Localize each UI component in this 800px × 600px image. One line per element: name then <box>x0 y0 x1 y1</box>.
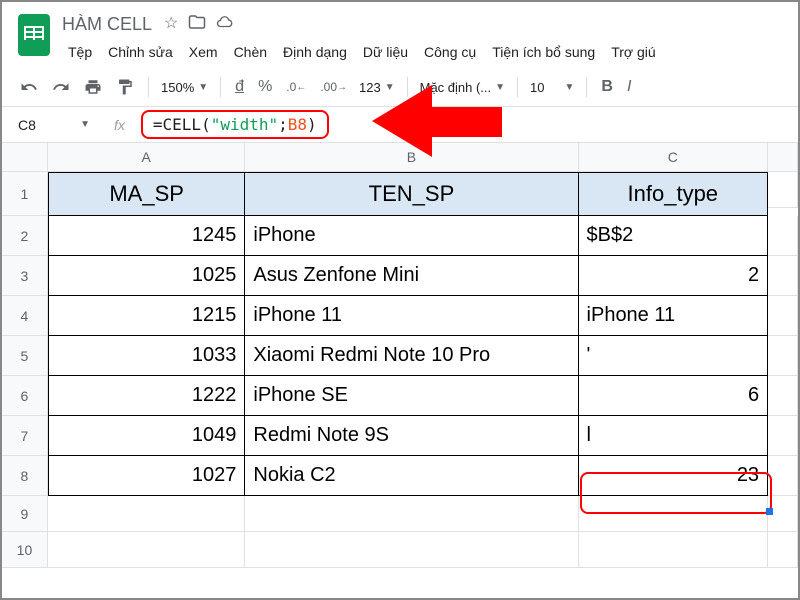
cell[interactable]: 1025 <box>48 256 246 296</box>
star-icon[interactable]: ☆ <box>164 13 178 36</box>
sheets-logo[interactable] <box>14 10 54 60</box>
col-header-c[interactable]: C <box>579 143 769 171</box>
cell[interactable]: 1027 <box>48 456 246 496</box>
cell[interactable] <box>768 256 798 296</box>
menu-addons[interactable]: Tiện ích bổ sung <box>486 40 601 64</box>
formula-input[interactable]: =CELL("width";B8) <box>141 110 329 139</box>
header: HÀM CELL ☆ Tệp Chỉnh sửa Xem Chèn Định d… <box>2 2 798 64</box>
cell[interactable]: 1222 <box>48 376 246 416</box>
cell[interactable] <box>245 496 578 532</box>
row-header[interactable]: 4 <box>2 296 48 336</box>
redo-button[interactable] <box>46 74 76 100</box>
menu-bar: Tệp Chỉnh sửa Xem Chèn Định dạng Dữ liệu… <box>62 40 786 64</box>
cell[interactable] <box>768 172 798 208</box>
select-all-corner[interactable] <box>2 143 48 171</box>
cloud-icon[interactable] <box>216 13 234 36</box>
cell[interactable] <box>768 216 798 256</box>
row-header[interactable]: 3 <box>2 256 48 296</box>
print-button[interactable] <box>78 74 108 100</box>
cell[interactable]: iPhone 11 <box>579 296 769 336</box>
paint-format-button[interactable] <box>110 74 140 100</box>
bold-button[interactable]: B <box>595 74 619 100</box>
cell[interactable]: 1215 <box>48 296 246 336</box>
cell[interactable] <box>579 496 769 532</box>
percent-button[interactable]: % <box>252 74 278 100</box>
fx-label: fx <box>114 117 125 133</box>
cell[interactable]: 2 <box>579 256 769 296</box>
italic-button[interactable]: I <box>621 74 637 100</box>
menu-tools[interactable]: Công cụ <box>418 40 482 64</box>
cell[interactable] <box>768 456 798 496</box>
cell[interactable]: $B$2 <box>579 216 769 256</box>
menu-file[interactable]: Tệp <box>62 40 98 64</box>
row-header[interactable]: 8 <box>2 456 48 496</box>
menu-edit[interactable]: Chỉnh sửa <box>102 40 179 64</box>
fontsize-select[interactable]: 10▼ <box>526 78 578 97</box>
cell[interactable] <box>48 532 246 568</box>
cell[interactable]: Nokia C2 <box>245 456 578 496</box>
row-header[interactable]: 7 <box>2 416 48 456</box>
row-header[interactable]: 6 <box>2 376 48 416</box>
cell[interactable]: 6 <box>579 376 769 416</box>
increase-decimal-button[interactable]: .00→ <box>314 76 353 98</box>
cell[interactable] <box>768 296 798 336</box>
cell[interactable]: 1049 <box>48 416 246 456</box>
menu-view[interactable]: Xem <box>183 40 224 64</box>
document-title[interactable]: HÀM CELL <box>62 14 152 35</box>
cell[interactable] <box>245 532 578 568</box>
cell[interactable] <box>768 336 798 376</box>
cell[interactable]: l <box>579 416 769 456</box>
move-icon[interactable] <box>188 13 206 36</box>
cell[interactable]: ' <box>579 336 769 376</box>
cell[interactable] <box>768 532 798 568</box>
menu-format[interactable]: Định dạng <box>277 40 353 64</box>
decrease-decimal-button[interactable]: .0← <box>280 76 312 98</box>
cell[interactable]: Asus Zenfone Mini <box>245 256 578 296</box>
cell[interactable] <box>579 532 769 568</box>
currency-button[interactable]: đ <box>229 74 250 100</box>
annotation-arrow <box>372 85 502 155</box>
cell[interactable]: iPhone 11 <box>245 296 578 336</box>
cell[interactable] <box>768 416 798 456</box>
cell[interactable]: 1033 <box>48 336 246 376</box>
cell[interactable]: Xiaomi Redmi Note 10 Pro <box>245 336 578 376</box>
cell[interactable] <box>768 496 798 532</box>
menu-insert[interactable]: Chèn <box>228 40 273 64</box>
cell[interactable]: MA_SP <box>48 172 246 216</box>
cell[interactable]: iPhone <box>245 216 578 256</box>
col-header-d[interactable] <box>768 143 798 171</box>
row-header[interactable]: 2 <box>2 216 48 256</box>
cell[interactable]: Redmi Note 9S <box>245 416 578 456</box>
row-header[interactable]: 9 <box>2 496 48 532</box>
row-header[interactable]: 5 <box>2 336 48 376</box>
cell[interactable]: iPhone SE <box>245 376 578 416</box>
cell[interactable] <box>768 376 798 416</box>
row-header[interactable]: 1 <box>2 172 48 216</box>
menu-help[interactable]: Trợ giú <box>605 40 661 64</box>
spreadsheet-grid: A B C 1 MA_SP TEN_SP Info_type 21245iPho… <box>2 143 798 568</box>
cell[interactable] <box>48 496 246 532</box>
zoom-select[interactable]: 150%▼ <box>157 78 212 97</box>
row-header[interactable]: 10 <box>2 532 48 568</box>
cell[interactable]: 23 <box>579 456 769 496</box>
cell[interactable]: Info_type <box>579 172 769 216</box>
name-box[interactable]: C8▼ <box>14 113 94 137</box>
cell[interactable]: 1245 <box>48 216 246 256</box>
undo-button[interactable] <box>14 74 44 100</box>
col-header-a[interactable]: A <box>48 143 246 171</box>
formula-bar: C8▼ fx =CELL("width";B8) <box>2 107 798 143</box>
menu-data[interactable]: Dữ liệu <box>357 40 414 64</box>
cell[interactable]: TEN_SP <box>245 172 578 216</box>
